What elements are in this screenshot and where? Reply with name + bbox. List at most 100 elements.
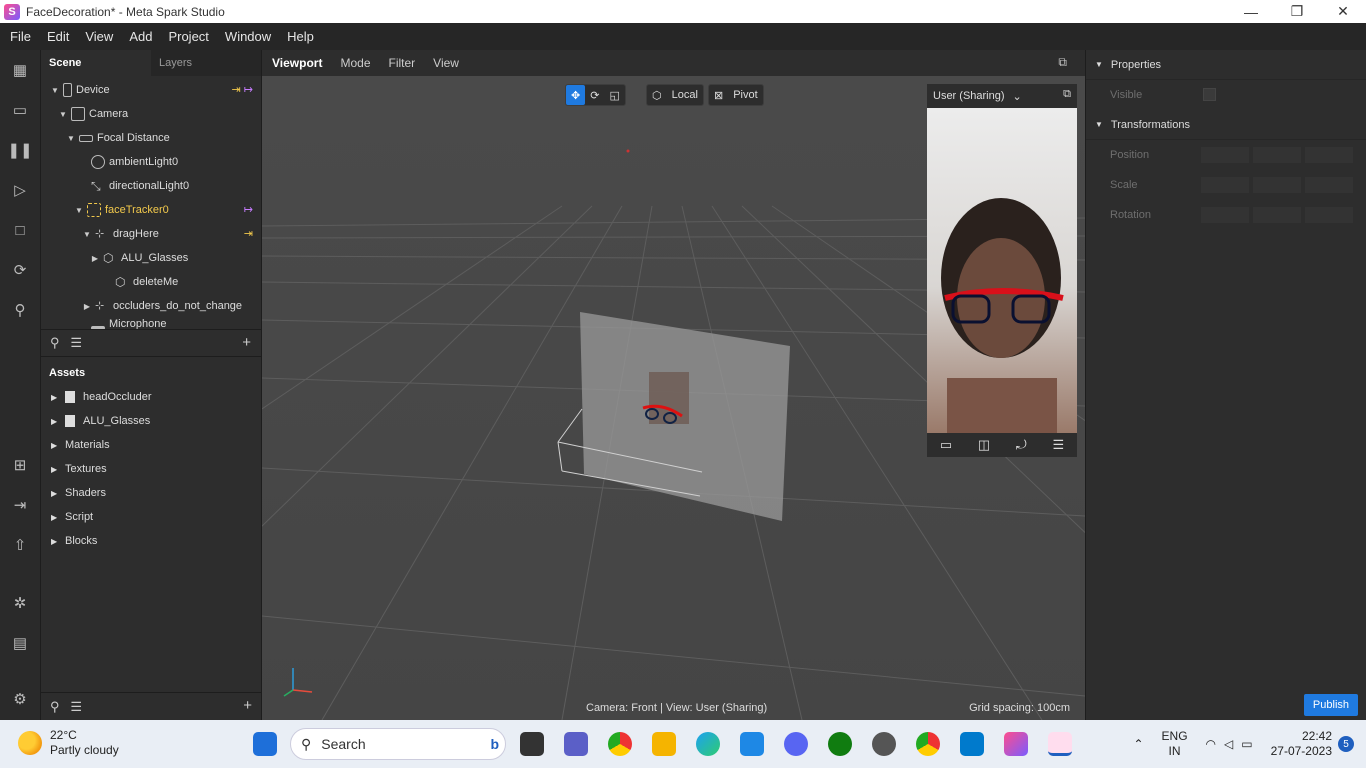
menu-help[interactable]: Help — [277, 29, 320, 44]
position-y-field[interactable] — [1253, 147, 1301, 163]
screenshot-icon[interactable]: ◫ — [978, 437, 990, 453]
menu-mode[interactable]: Mode — [330, 56, 378, 70]
video-icon[interactable]: ▭ — [940, 437, 952, 453]
asset-folder-script[interactable]: ▶ Script — [41, 505, 261, 529]
volume-icon[interactable]: ◁ — [1224, 737, 1233, 751]
tab-layers[interactable]: Layers — [151, 50, 261, 76]
clock[interactable]: 22:42 27-07-2023 — [1271, 729, 1332, 759]
asset-folder-materials[interactable]: ▶ Materials — [41, 433, 261, 457]
menu-add[interactable]: Add — [119, 29, 158, 44]
asset-item-alu-glasses[interactable]: ▶ ALU_Glasses — [41, 409, 261, 433]
upload-icon[interactable]: ⇧ — [10, 535, 30, 555]
xbox-icon[interactable] — [828, 732, 852, 756]
chevron-right-icon[interactable]: ▶ — [51, 393, 65, 402]
add-file-icon[interactable]: ⊞ — [10, 455, 30, 475]
rotate-icon[interactable]: ⤾ — [1016, 437, 1027, 453]
scale-tool-icon[interactable]: ◱ — [604, 89, 624, 102]
minimize-button[interactable]: — — [1228, 0, 1274, 23]
chevron-down-icon[interactable]: ▼ — [57, 110, 69, 119]
remote-desktop-icon[interactable] — [740, 732, 764, 756]
menu-window[interactable]: Window — [215, 29, 277, 44]
tree-item-camera[interactable]: ▼ Camera — [41, 102, 261, 126]
tree-item-ambient-light[interactable]: ambientLight0 — [41, 150, 261, 174]
tab-viewport[interactable]: Viewport — [262, 56, 330, 70]
asset-folder-textures[interactable]: ▶ Textures — [41, 457, 261, 481]
menu-view[interactable]: View — [423, 56, 467, 70]
tree-item-drag-here[interactable]: ▼ ⊹ dragHere ⇥ — [41, 222, 261, 246]
transformations-section[interactable]: ▼ Transformations — [1086, 110, 1366, 140]
refresh-icon[interactable]: ⟳ — [10, 260, 30, 280]
move-tool-icon[interactable]: ✥ — [566, 85, 586, 105]
tree-item-focal-distance[interactable]: ▼ Focal Distance — [41, 126, 261, 150]
discord-icon[interactable] — [784, 732, 808, 756]
wifi-icon[interactable]: ◠ — [1206, 737, 1216, 751]
search-icon[interactable]: ⚲ — [50, 335, 60, 351]
chevron-right-icon[interactable]: ▶ — [51, 465, 65, 474]
asset-folder-shaders[interactable]: ▶ Shaders — [41, 481, 261, 505]
spark-studio-icon[interactable] — [1004, 732, 1028, 756]
weather-widget[interactable]: 22°C Partly cloudy — [18, 728, 119, 758]
menu-project[interactable]: Project — [158, 29, 214, 44]
chevron-right-icon[interactable]: ▶ — [81, 302, 93, 311]
battery-icon[interactable]: ▭ — [1241, 737, 1252, 751]
play-icon[interactable]: ▷ — [10, 180, 30, 200]
task-view-icon[interactable] — [520, 732, 544, 756]
tree-item-occluders[interactable]: ▶ ⊹ occluders_do_not_change — [41, 294, 261, 318]
chrome-profile-icon[interactable] — [916, 732, 940, 756]
publish-button[interactable]: Publish — [1303, 694, 1358, 716]
filter-icon[interactable]: ☰ — [70, 335, 82, 351]
position-x-field[interactable] — [1201, 147, 1249, 163]
settings-gear-icon[interactable]: ⚙ — [10, 689, 30, 709]
search-icon[interactable]: ⚲ — [10, 300, 30, 320]
chevron-up-icon[interactable]: ⌃ — [1133, 737, 1143, 751]
add-asset-icon[interactable]: + — [243, 697, 252, 714]
snipping-tool-icon[interactable] — [1048, 732, 1072, 756]
local-toggle[interactable]: ⬡ Local — [646, 84, 704, 106]
scale-x-field[interactable] — [1201, 177, 1249, 193]
menu-view[interactable]: View — [75, 29, 119, 44]
pause-icon[interactable]: ❚❚ — [7, 140, 32, 160]
chevron-right-icon[interactable]: ▶ — [51, 537, 65, 546]
position-z-field[interactable] — [1305, 147, 1353, 163]
rotate-tool-icon[interactable]: ⟳ — [585, 89, 604, 102]
chevron-right-icon[interactable]: ▶ — [89, 254, 101, 263]
rotation-z-field[interactable] — [1305, 207, 1353, 223]
chevron-right-icon[interactable]: ▶ — [51, 441, 65, 450]
chevron-down-icon[interactable]: ⌄ — [1013, 90, 1022, 103]
notification-badge[interactable]: 5 — [1338, 736, 1354, 752]
send-to-device-icon[interactable]: ⇥ — [10, 495, 30, 515]
teams-chat-icon[interactable] — [564, 732, 588, 756]
tree-item-alu-glasses[interactable]: ▶ ⬡ ALU_Glasses — [41, 246, 261, 270]
pivot-toggle[interactable]: ⊠ Pivot — [708, 84, 764, 106]
scale-z-field[interactable] — [1305, 177, 1353, 193]
chevron-down-icon[interactable]: ▼ — [65, 134, 77, 143]
layout-icon[interactable]: ▦ — [10, 60, 30, 80]
maximize-button[interactable]: ❐ — [1274, 0, 1320, 23]
add-object-icon[interactable]: + — [242, 334, 251, 351]
vscode-icon[interactable] — [960, 732, 984, 756]
scale-y-field[interactable] — [1253, 177, 1301, 193]
start-windows-icon[interactable] — [253, 732, 277, 756]
chevron-down-icon[interactable]: ▼ — [1095, 60, 1103, 69]
properties-section[interactable]: ▼ Properties — [1086, 50, 1366, 80]
file-explorer-icon[interactable] — [652, 732, 676, 756]
menu-file[interactable]: File — [0, 29, 37, 44]
menu-icon[interactable]: ☰ — [1052, 437, 1064, 453]
chevron-down-icon[interactable]: ▼ — [73, 206, 85, 215]
settings-gear-icon[interactable] — [872, 732, 896, 756]
chevron-down-icon[interactable]: ▼ — [49, 86, 61, 95]
tree-item-microphone[interactable]: Microphone — [41, 318, 261, 329]
edge-icon[interactable] — [696, 732, 720, 756]
chevron-down-icon[interactable]: ▼ — [81, 230, 93, 239]
search-icon[interactable]: ⚲ — [50, 699, 60, 715]
chevron-right-icon[interactable]: ▶ — [51, 489, 65, 498]
simulator-preview[interactable]: User (Sharing) ⌄ ⧉ ▭ ◫ ⤾ ☰ — [927, 84, 1077, 457]
stop-icon[interactable]: □ — [10, 220, 30, 240]
tab-scene[interactable]: Scene — [41, 50, 151, 76]
tree-item-directional-light[interactable]: ⤡ directionalLight0 — [41, 174, 261, 198]
taskbar-search[interactable]: ⚲ Search b — [290, 728, 506, 760]
bug-icon[interactable]: ✲ — [10, 593, 30, 613]
console-icon[interactable]: ▤ — [10, 633, 30, 653]
close-button[interactable]: ✕ — [1320, 0, 1366, 23]
asset-folder-blocks[interactable]: ▶ Blocks — [41, 529, 261, 553]
